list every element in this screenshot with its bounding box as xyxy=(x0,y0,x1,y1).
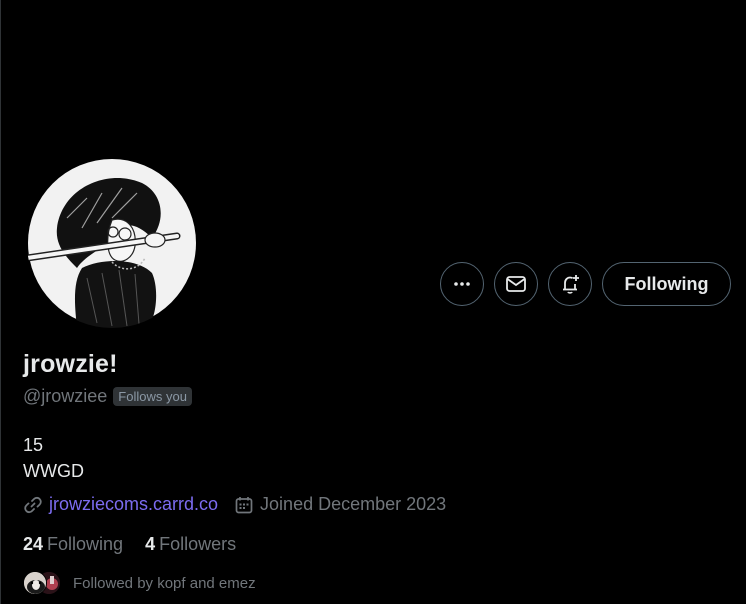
envelope-icon xyxy=(506,276,526,292)
following-count: 24 xyxy=(23,534,44,554)
bell-plus-icon xyxy=(563,275,579,294)
followers-count: 4 xyxy=(145,534,156,554)
follows-you-badge: Follows you xyxy=(113,387,192,406)
follow-stats: 24 Following 4 Followers xyxy=(23,534,236,555)
joined-date: Joined December 2023 xyxy=(260,494,447,514)
following-label: Following xyxy=(47,534,124,554)
profile-header: Following jrowzie! @jrowziee Follows you… xyxy=(0,0,746,604)
display-name: jrowzie! xyxy=(23,350,118,378)
website-item: jrowziecoms.carrd.co xyxy=(23,494,218,515)
user-handle: @jrowziee xyxy=(23,386,108,406)
avatar-illustration xyxy=(27,159,196,328)
handle-row: @jrowziee Follows you xyxy=(23,386,192,407)
mutual-avatar xyxy=(23,571,47,595)
more-button[interactable] xyxy=(440,262,484,306)
profile-avatar[interactable] xyxy=(27,158,197,328)
profile-actions: Following xyxy=(440,262,731,306)
link-icon xyxy=(24,496,42,513)
joined-item: Joined December 2023 xyxy=(234,494,446,515)
bio-line: 15 xyxy=(23,435,44,455)
bio: 15 WWGD xyxy=(23,432,84,484)
followers-label: Followers xyxy=(159,534,237,554)
followed-by-row[interactable]: Followed by kopf and emez xyxy=(23,570,256,596)
website-link[interactable]: jrowziecoms.carrd.co xyxy=(49,494,218,515)
profile-meta: jrowziecoms.carrd.co Joined December 202… xyxy=(23,494,462,515)
bio-line: WWGD xyxy=(23,461,84,481)
notifications-button[interactable] xyxy=(548,262,592,306)
following-button[interactable]: Following xyxy=(602,262,731,306)
followed-by-text: Followed by kopf and emez xyxy=(73,574,256,592)
mutual-avatars xyxy=(23,570,63,596)
following-count-link[interactable]: 24 Following xyxy=(23,534,123,555)
followers-count-link[interactable]: 4 Followers xyxy=(145,534,236,555)
message-button[interactable] xyxy=(494,262,538,306)
calendar-icon xyxy=(235,496,253,513)
more-horizontal-icon xyxy=(454,282,470,286)
